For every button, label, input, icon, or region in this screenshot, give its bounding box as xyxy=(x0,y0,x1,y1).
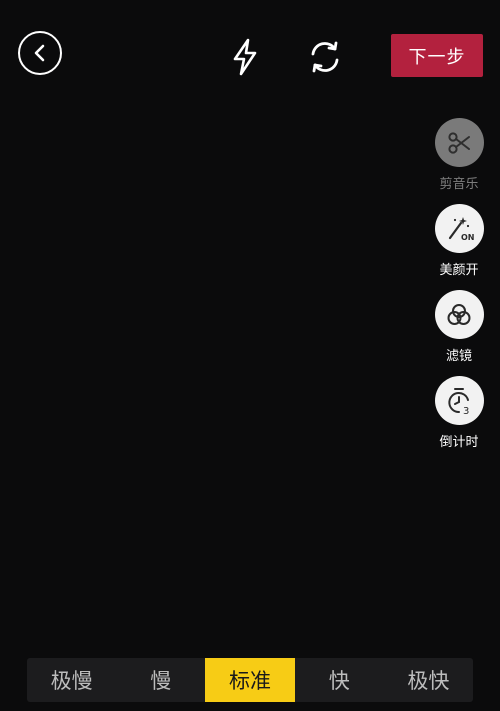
countdown-circle: 3 xyxy=(434,376,484,425)
beauty-circle: ON xyxy=(434,204,484,253)
speed-option-extra-fast[interactable]: 极快 xyxy=(384,658,473,702)
flash-button[interactable] xyxy=(228,37,262,77)
filter-circle xyxy=(434,290,484,339)
cut-music-label: 剪音乐 xyxy=(439,177,479,192)
cut-music-tool[interactable]: 剪音乐 xyxy=(428,118,490,192)
back-button[interactable] xyxy=(18,31,62,75)
filter-circles-icon xyxy=(447,303,471,325)
beauty-badge: ON xyxy=(461,233,474,242)
camera-flip-button[interactable] xyxy=(304,36,346,78)
speed-selector: 极慢 慢 标准 快 极快 xyxy=(27,658,473,702)
countdown-badge: 3 xyxy=(463,406,469,416)
beauty-label: 美颜开 xyxy=(439,263,479,278)
speed-option-extra-slow[interactable]: 极慢 xyxy=(27,658,116,702)
chevron-left-icon xyxy=(34,44,45,62)
scissors-icon xyxy=(448,131,470,154)
filter-tool[interactable]: 滤镜 xyxy=(428,290,490,364)
next-step-button[interactable]: 下一步 xyxy=(391,34,483,77)
flash-icon xyxy=(233,38,257,76)
camera-flip-icon xyxy=(311,41,339,73)
countdown-tool[interactable]: 3 倒计时 xyxy=(428,376,490,450)
filter-label: 滤镜 xyxy=(445,349,472,364)
speed-option-fast[interactable]: 快 xyxy=(295,658,384,702)
speed-option-standard[interactable]: 标准 xyxy=(205,658,295,702)
speed-option-slow[interactable]: 慢 xyxy=(116,658,205,702)
beauty-tool[interactable]: ON 美颜开 xyxy=(428,204,490,278)
countdown-timer-icon: 3 xyxy=(448,387,469,416)
countdown-label: 倒计时 xyxy=(439,435,479,450)
beauty-wand-icon: ON xyxy=(448,216,474,242)
camera-screen: 下一步 剪音乐 ON 美颜开 滤镜 3 倒计时 极慢 慢 标准 快 极快 xyxy=(0,0,500,711)
cut-music-circle xyxy=(434,118,484,167)
